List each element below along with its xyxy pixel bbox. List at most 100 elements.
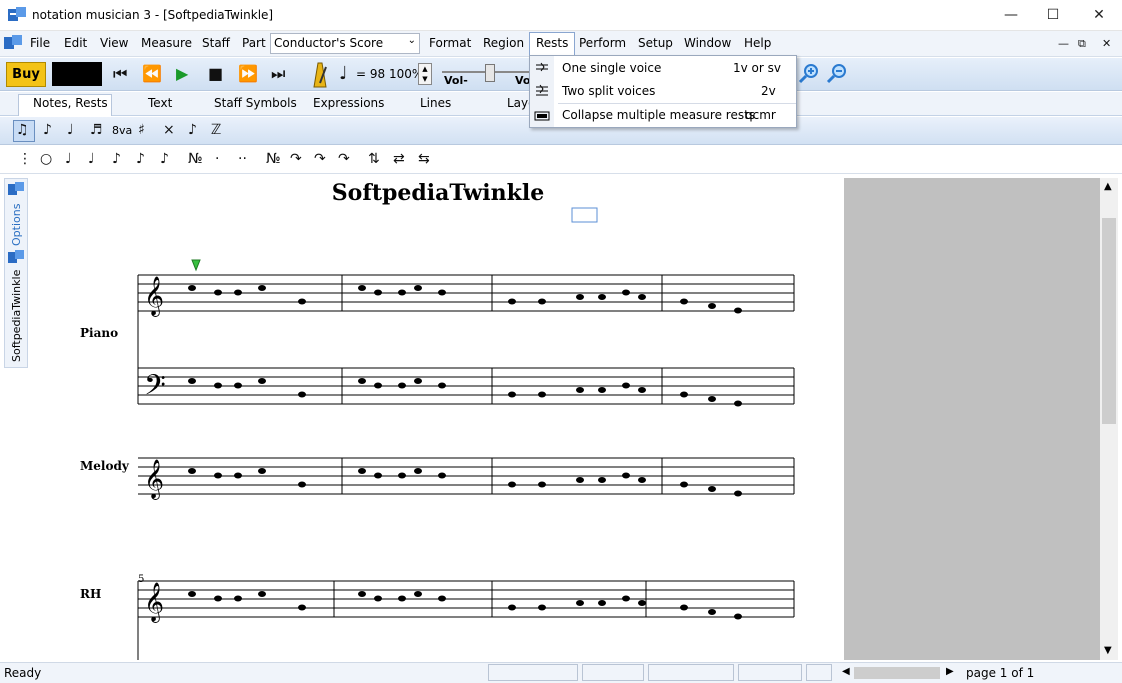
note-head bbox=[398, 289, 406, 296]
options-panel-icon[interactable] bbox=[8, 182, 24, 196]
menu-measure[interactable]: Measure bbox=[141, 36, 192, 50]
note-head bbox=[638, 294, 646, 300]
menu-perform[interactable]: Perform bbox=[579, 36, 626, 50]
octave-tool-label[interactable]: 8va bbox=[112, 124, 132, 137]
fast-forward-icon[interactable]: ⏩ bbox=[238, 64, 258, 83]
vertical-scroll-thumb[interactable] bbox=[1102, 218, 1116, 424]
note-head bbox=[358, 285, 366, 291]
triplet-icon[interactable]: № bbox=[266, 151, 281, 167]
tab-staff-symbols[interactable]: Staff Symbols bbox=[214, 96, 297, 110]
zoom-spinner[interactable]: ▲ ▼ bbox=[418, 63, 432, 85]
app-icon bbox=[8, 7, 26, 21]
thirty-second-note-icon[interactable]: ♪ bbox=[160, 151, 169, 167]
menu-help[interactable]: Help bbox=[744, 36, 771, 50]
half-note-icon[interactable]: ♩ bbox=[65, 151, 72, 167]
note-head bbox=[508, 391, 516, 398]
menu-item-single-voice-label[interactable]: One single voice bbox=[562, 61, 661, 75]
voice-merge-icon[interactable]: ⇆ bbox=[418, 151, 430, 167]
note-head bbox=[234, 595, 242, 602]
accidental-tool-icon[interactable]: ♯ bbox=[138, 122, 145, 138]
quarter-note-tool-icon[interactable]: ♩ bbox=[88, 151, 95, 167]
staff-label-rh: RH bbox=[80, 587, 101, 601]
mdi-minimize-icon[interactable]: — bbox=[1058, 37, 1069, 50]
note-head bbox=[438, 289, 446, 296]
whole-note-icon[interactable]: ○ bbox=[40, 151, 52, 167]
clef-icon: 𝄞 bbox=[144, 276, 164, 317]
trill-tool-icon[interactable]: ℤ bbox=[211, 122, 221, 138]
part-select[interactable]: Conductor's Score ⌄ bbox=[270, 33, 420, 54]
tab-text[interactable]: Text bbox=[148, 96, 172, 110]
scroll-down-icon[interactable]: ▼ bbox=[1104, 645, 1112, 656]
stem-tool-icon[interactable]: ♩ bbox=[67, 122, 74, 138]
buy-button[interactable]: Buy bbox=[6, 62, 46, 87]
hscroll-left-icon[interactable]: ◀ bbox=[842, 666, 850, 677]
note-head bbox=[538, 604, 546, 611]
note-head bbox=[708, 303, 716, 309]
grip-icon: ⋮ bbox=[18, 151, 32, 167]
rewind-start-icon[interactable]: ⏮ bbox=[113, 64, 127, 84]
position-display bbox=[52, 62, 102, 86]
flag-tool-icon[interactable]: ♪ bbox=[188, 122, 197, 138]
metronome-icon[interactable] bbox=[308, 61, 332, 89]
tab-lines[interactable]: Lines bbox=[420, 96, 451, 110]
note-head bbox=[234, 382, 242, 389]
note-head bbox=[638, 387, 646, 393]
volume-slider[interactable] bbox=[485, 64, 495, 82]
menu-format[interactable]: Format bbox=[429, 36, 471, 50]
note-head bbox=[576, 294, 584, 300]
note-head bbox=[538, 481, 546, 488]
dot-icon[interactable]: · bbox=[215, 151, 219, 167]
menu-rests[interactable]: Rests bbox=[529, 32, 576, 56]
document-tab[interactable]: SoftpediaTwinkle bbox=[10, 270, 23, 362]
note-head bbox=[438, 472, 446, 479]
menu-region[interactable]: Region bbox=[483, 36, 524, 50]
horizontal-scroll-thumb[interactable] bbox=[854, 667, 940, 679]
tuplet-3-icon[interactable]: ↷ bbox=[290, 151, 302, 167]
tab-expressions[interactable]: Expressions bbox=[313, 96, 384, 110]
note-head bbox=[734, 400, 742, 407]
menu-item-collapse-rests[interactable]: Collapse multiple measure rests bbox=[562, 108, 755, 122]
note-head bbox=[258, 468, 266, 474]
mdi-restore-icon[interactable]: ⧉ bbox=[1078, 37, 1086, 51]
menu-staff[interactable]: Staff bbox=[202, 36, 230, 50]
flip-icon[interactable]: ⇅ bbox=[368, 151, 380, 167]
options-tab[interactable]: Options bbox=[10, 204, 23, 246]
cursor-arrow-icon bbox=[191, 259, 201, 272]
menu-view[interactable]: View bbox=[100, 36, 128, 50]
note-head bbox=[298, 298, 306, 305]
play-icon[interactable]: ▶ bbox=[176, 64, 188, 83]
rewind-icon[interactable]: ⏪ bbox=[142, 64, 162, 83]
menu-edit[interactable]: Edit bbox=[64, 36, 87, 50]
grace-note-tool-icon[interactable]: ♪ bbox=[43, 122, 52, 138]
double-dot-icon[interactable]: ·· bbox=[238, 151, 247, 167]
stop-icon[interactable]: ■ bbox=[208, 64, 223, 83]
voice-split-icon[interactable]: ⇄ bbox=[393, 151, 405, 167]
menu-file[interactable]: File bbox=[30, 36, 50, 50]
mdi-close-icon[interactable]: ✕ bbox=[1102, 37, 1111, 50]
scroll-up-icon[interactable]: ▲ bbox=[1104, 181, 1112, 192]
tuplet-5-icon[interactable]: ↷ bbox=[314, 151, 326, 167]
sixteenth-note-icon[interactable]: ♪ bbox=[136, 151, 145, 167]
hscroll-right-icon[interactable]: ▶ bbox=[946, 666, 954, 677]
minimize-icon[interactable]: — bbox=[988, 0, 1034, 31]
tuplet-7-icon[interactable]: ↷ bbox=[338, 151, 350, 167]
close-icon[interactable]: ✕ bbox=[1076, 0, 1122, 31]
note-head bbox=[708, 396, 716, 402]
maximize-icon[interactable]: ☐ bbox=[1030, 0, 1076, 31]
tab-notes-rests[interactable]: Notes, Rests bbox=[33, 96, 108, 110]
zoom-in-icon[interactable] bbox=[798, 62, 820, 84]
menu-part[interactable]: Part bbox=[242, 36, 266, 50]
cross-note-tool-icon[interactable]: × bbox=[163, 122, 175, 138]
menu-setup[interactable]: Setup bbox=[638, 36, 673, 50]
note-head bbox=[258, 378, 266, 384]
menu-item-split-voices[interactable]: Two split voices bbox=[562, 84, 655, 98]
eighth-note-icon[interactable]: ♪ bbox=[112, 151, 121, 167]
zoom-out-icon[interactable] bbox=[826, 62, 848, 84]
forward-end-icon[interactable]: ⏭ bbox=[271, 64, 285, 84]
note-symbol-icon[interactable]: № bbox=[188, 151, 203, 167]
menu-window[interactable]: Window bbox=[684, 36, 731, 50]
document-panel-icon[interactable] bbox=[8, 250, 24, 264]
menu-item-collapse-rests-shortcut: qcmr bbox=[745, 108, 776, 122]
beam-tool-icon[interactable]: ♬ bbox=[90, 122, 103, 138]
status-pane-1 bbox=[488, 664, 578, 681]
